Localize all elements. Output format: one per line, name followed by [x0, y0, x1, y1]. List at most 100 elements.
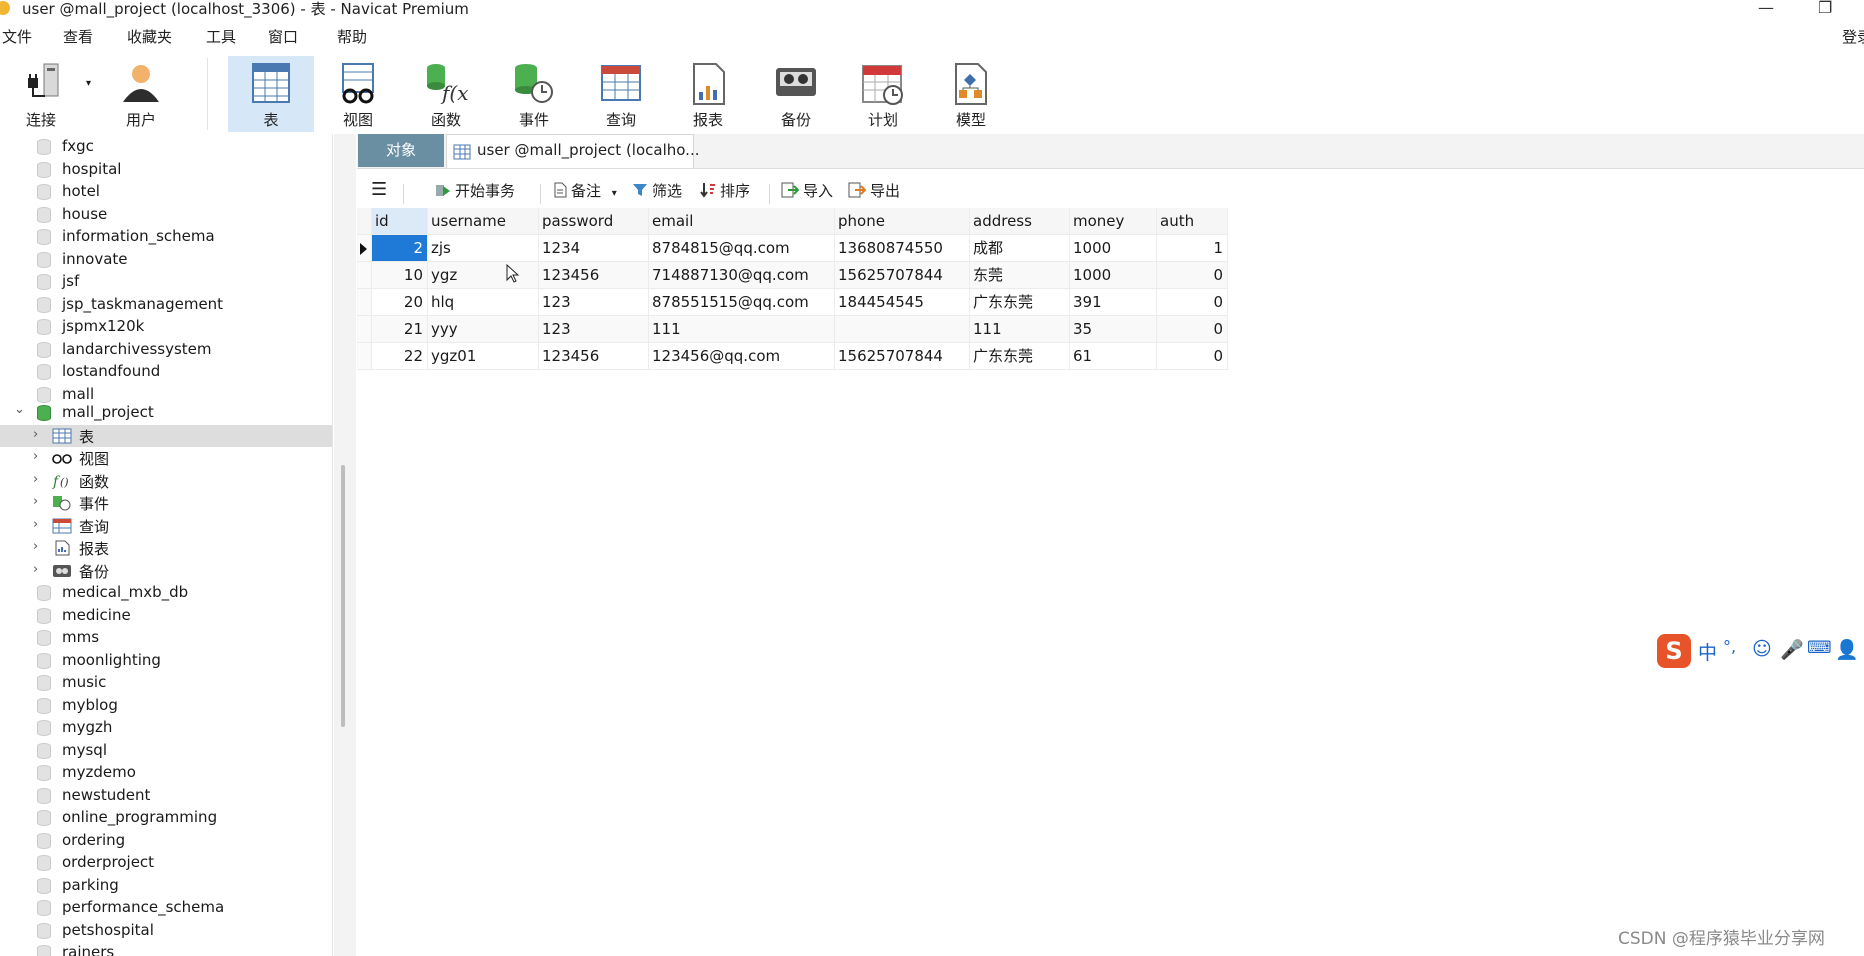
table-cell-phone[interactable]: 13680874550	[835, 235, 970, 262]
table-cell-email[interactable]: 123456@qq.com	[649, 343, 835, 370]
filter-button[interactable]: 筛选	[632, 180, 682, 202]
tree-item-database[interactable]: myblog	[0, 695, 332, 717]
table-cell-username[interactable]: ygz	[428, 262, 539, 289]
table-button[interactable]: 表	[228, 56, 314, 132]
tree-item-backups[interactable]: › 备份	[0, 560, 332, 582]
tree-item-database[interactable]: jspmx120k	[0, 316, 332, 338]
table-cell-password[interactable]: 123456	[539, 262, 649, 289]
table-cell-phone[interactable]: 15625707844	[835, 343, 970, 370]
column-header-email[interactable]: email	[649, 208, 835, 235]
table-cell-username[interactable]: yyy	[428, 316, 539, 343]
user-skin-icon[interactable]: 👤	[1835, 638, 1859, 661]
menu-tools[interactable]: 工具	[206, 26, 236, 47]
chevron-right-icon[interactable]: ›	[33, 427, 38, 442]
table-cell-auth[interactable]: 0	[1157, 316, 1228, 343]
connect-dropdown-icon[interactable]: ▾	[86, 78, 91, 89]
view-button[interactable]: 视图	[320, 56, 396, 132]
menu-window[interactable]: 窗口	[268, 26, 298, 47]
tree-item-database[interactable]: online_programming	[0, 807, 332, 829]
tree-item-database[interactable]: fxgc	[0, 136, 332, 158]
sidebar-scrollbar[interactable]	[334, 134, 356, 956]
table-cell-address[interactable]: 111	[970, 316, 1070, 343]
menu-favorites[interactable]: 收藏夹	[127, 26, 172, 47]
tree-item-database[interactable]: rainers	[0, 942, 332, 956]
tree-item-events[interactable]: › 事件	[0, 492, 332, 514]
schedule-button[interactable]: 计划	[845, 56, 921, 132]
column-header-address[interactable]: address	[970, 208, 1070, 235]
note-button[interactable]: 备注 ▾	[553, 180, 617, 202]
table-cell-address[interactable]: 成都	[970, 235, 1070, 262]
chevron-right-icon[interactable]: ›	[33, 494, 38, 509]
tree-item-mall-project[interactable]: ⌄ mall_project	[0, 402, 332, 424]
tree-item-functions[interactable]: › f() 函数	[0, 470, 332, 492]
table-cell-email[interactable]: 111	[649, 316, 835, 343]
function-button[interactable]: f(x) 函数	[408, 56, 484, 132]
tree-item-database[interactable]: information_schema	[0, 226, 332, 248]
restore-button[interactable]: ❐	[1818, 0, 1832, 17]
model-button[interactable]: 模型	[933, 56, 1009, 132]
tree-item-database[interactable]: orderproject	[0, 852, 332, 874]
table-cell-password[interactable]: 123	[539, 316, 649, 343]
tree-item-database[interactable]: petshospital	[0, 920, 332, 942]
chevron-right-icon[interactable]: ›	[33, 517, 38, 532]
tree-item-views[interactable]: › 视图	[0, 447, 332, 469]
tree-item-database[interactable]: music	[0, 672, 332, 694]
column-header-id[interactable]: id	[372, 208, 428, 235]
connection-tree[interactable]: fxgc hospital hotel house information_schema…	[0, 134, 332, 956]
chevron-down-icon[interactable]: ⌄	[14, 402, 25, 417]
table-cell-email[interactable]: 878551515@qq.com	[649, 289, 835, 316]
hamburger-menu-icon[interactable]: ☰	[371, 179, 387, 200]
column-header-auth[interactable]: auth	[1157, 208, 1228, 235]
table-cell-auth[interactable]: 1	[1157, 235, 1228, 262]
table-cell-password[interactable]: 1234	[539, 235, 649, 262]
tree-item-database[interactable]: myzdemo	[0, 762, 332, 784]
sort-button[interactable]: 排序	[700, 180, 750, 202]
tree-item-database[interactable]: mygzh	[0, 717, 332, 739]
column-header-money[interactable]: money	[1070, 208, 1157, 235]
table-cell-money[interactable]: 1000	[1070, 235, 1157, 262]
export-button[interactable]: 导出	[848, 180, 900, 202]
tree-item-queries[interactable]: › 查询	[0, 515, 332, 537]
chevron-right-icon[interactable]: ›	[33, 539, 38, 554]
table-cell-phone[interactable]	[835, 316, 970, 343]
table-cell-address[interactable]: 东莞	[970, 262, 1070, 289]
tree-item-database[interactable]: parking	[0, 875, 332, 897]
table-cell-money[interactable]: 1000	[1070, 262, 1157, 289]
microphone-icon[interactable]: 🎤	[1780, 638, 1804, 661]
row-selector[interactable]	[357, 235, 372, 262]
menu-login[interactable]: 登录	[1842, 26, 1864, 47]
column-header-phone[interactable]: phone	[835, 208, 970, 235]
import-button[interactable]: 导入	[781, 180, 833, 202]
tree-item-database[interactable]: lostandfound	[0, 361, 332, 383]
tree-item-database[interactable]: house	[0, 204, 332, 226]
table-cell-id[interactable]: 2	[372, 235, 428, 262]
table-cell-address[interactable]: 广东东莞	[970, 343, 1070, 370]
tree-item-database[interactable]: innovate	[0, 249, 332, 271]
table-cell-money[interactable]: 391	[1070, 289, 1157, 316]
table-cell-username[interactable]: zjs	[428, 235, 539, 262]
ime-toolbar[interactable]: S 中 °, ☺ 🎤 ⌨ 👤	[1657, 633, 1864, 669]
menu-file[interactable]: 文件	[2, 26, 32, 47]
column-header-username[interactable]: username	[428, 208, 539, 235]
menu-view[interactable]: 查看	[63, 26, 93, 47]
table-cell-username[interactable]: hlq	[428, 289, 539, 316]
ime-punctuation-toggle[interactable]: °,	[1723, 637, 1736, 656]
row-selector[interactable]	[357, 343, 372, 370]
table-cell-auth[interactable]: 0	[1157, 343, 1228, 370]
tree-item-database[interactable]: mysql	[0, 740, 332, 762]
table-cell-id[interactable]: 20	[372, 289, 428, 316]
table-cell-address[interactable]: 广东东莞	[970, 289, 1070, 316]
table-cell-money[interactable]: 61	[1070, 343, 1157, 370]
tree-item-database[interactable]: moonlighting	[0, 650, 332, 672]
row-selector[interactable]	[357, 316, 372, 343]
table-cell-phone[interactable]: 15625707844	[835, 262, 970, 289]
table-cell-password[interactable]: 123	[539, 289, 649, 316]
tree-item-database[interactable]: newstudent	[0, 785, 332, 807]
query-button[interactable]: 查询	[583, 56, 659, 132]
table-cell-auth[interactable]: 0	[1157, 289, 1228, 316]
chevron-right-icon[interactable]: ›	[33, 562, 38, 577]
keyboard-icon[interactable]: ⌨	[1807, 638, 1832, 658]
table-cell-password[interactable]: 123456	[539, 343, 649, 370]
tree-item-database[interactable]: mms	[0, 627, 332, 649]
tree-item-database[interactable]: hotel	[0, 181, 332, 203]
